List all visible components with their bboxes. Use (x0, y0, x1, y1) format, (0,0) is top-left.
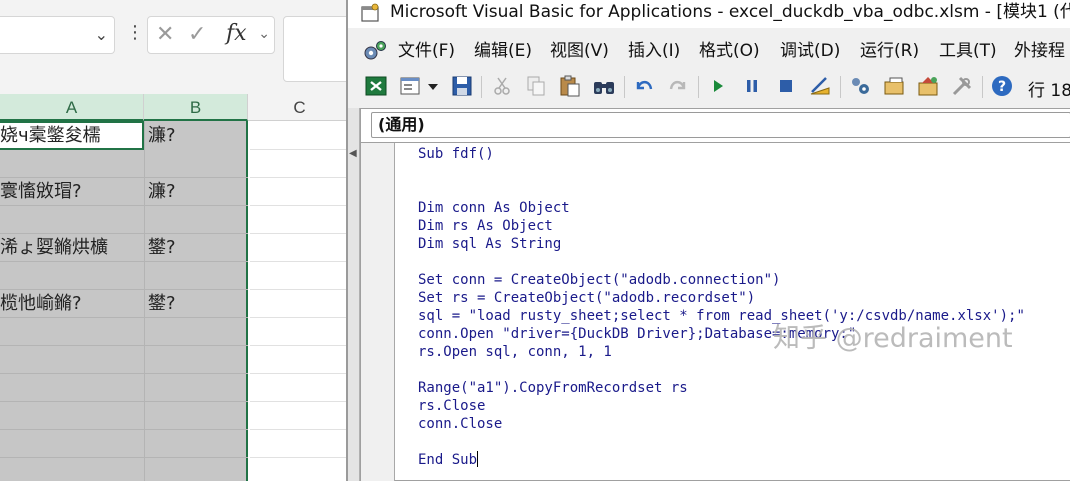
save-icon[interactable] (450, 74, 474, 98)
code-line[interactable]: Dim sql As String (418, 235, 561, 253)
code-line[interactable]: conn.Close (418, 415, 502, 433)
code-line[interactable]: End Sub (418, 451, 479, 469)
cell-a1[interactable]: 娆ч槖鐅夋檽 (0, 122, 142, 150)
cell-a3[interactable]: 寰慉敓瑁? (0, 178, 142, 206)
svg-text:?: ? (998, 79, 1006, 95)
menu-debug[interactable]: 调试(D) (780, 39, 840, 63)
menu-format[interactable]: 格式(O) (699, 39, 760, 63)
reset-icon[interactable] (774, 74, 798, 98)
cell-b5[interactable]: 鐢? (148, 234, 244, 262)
margin-indicator-bar[interactable] (361, 143, 395, 481)
undo-icon[interactable] (632, 74, 656, 98)
break-icon[interactable] (740, 74, 764, 98)
title-bar[interactable]: Microsoft Visual Basic for Applications … (348, 0, 1070, 28)
gear-icon[interactable] (362, 39, 388, 63)
design-mode-icon[interactable] (808, 74, 832, 98)
cancel-icon[interactable]: ✕ (156, 22, 174, 47)
menu-addins[interactable]: 外接程 (1014, 39, 1065, 63)
code-window[interactable]: (通用) Sub fdf() Dim conn As Object Dim rs A… (360, 108, 1070, 481)
menu-run[interactable]: 运行(R) (860, 39, 919, 63)
insert-function-icon[interactable]: fx (226, 21, 247, 46)
help-icon[interactable]: ? (990, 74, 1014, 98)
menu-bar: 文件(F) 编辑(E) 视图(V) 插入(I) 格式(O) 调试(D) 运行(R… (348, 35, 1070, 67)
enter-icon[interactable]: ✓ (188, 22, 206, 47)
find-icon[interactable] (592, 74, 616, 98)
more-options-icon[interactable]: ⋮ (126, 22, 144, 43)
cell-b3[interactable]: 濂? (148, 178, 244, 206)
code-line[interactable]: rs.Open sql, conn, 1, 1 (418, 343, 612, 361)
code-line[interactable]: rs.Close (418, 397, 485, 415)
menu-tools[interactable]: 工具(T) (939, 39, 997, 63)
redo-icon[interactable] (666, 74, 690, 98)
column-header-a[interactable]: A (0, 94, 144, 121)
code-line[interactable]: Range("a1").CopyFromRecordset rs (418, 379, 688, 397)
code-line[interactable]: Sub fdf() (418, 145, 494, 163)
chevron-down-icon[interactable]: ⌄ (258, 26, 270, 42)
properties-icon[interactable] (882, 74, 906, 98)
formula-input[interactable] (283, 16, 346, 82)
chevron-down-icon[interactable]: ⌄ (95, 25, 108, 44)
vba-app-icon (361, 3, 379, 22)
menu-file[interactable]: 文件(F) (398, 39, 455, 63)
object-browser-icon[interactable] (916, 74, 940, 98)
window-title: Microsoft Visual Basic for Applications … (390, 2, 1070, 22)
watermark: 知乎 @redraiment (773, 323, 1013, 354)
column-header-c[interactable]: C (248, 94, 346, 121)
dropdown-icon[interactable] (426, 74, 440, 98)
code-line[interactable]: Dim conn As Object (418, 199, 570, 217)
name-box[interactable]: ⌄ (0, 16, 115, 54)
cell-b7[interactable]: 鐢? (148, 290, 244, 318)
code-line[interactable]: Set rs = CreateObject("adodb.recordset") (418, 289, 755, 307)
cell-a5[interactable]: 浠ょ娿鏅烘櫎 (0, 234, 142, 262)
insert-userform-icon[interactable] (398, 74, 422, 98)
vba-editor-window: Microsoft Visual Basic for Applications … (346, 0, 1070, 481)
menu-edit[interactable]: 编辑(E) (474, 39, 532, 63)
splitter-strip[interactable]: ◀ (348, 108, 360, 481)
run-icon[interactable] (706, 74, 730, 98)
cut-icon[interactable] (490, 74, 514, 98)
formula-controls: ✕ ✓ fx ⌄ (147, 16, 275, 54)
menu-view[interactable]: 视图(V) (550, 39, 609, 63)
object-combobox[interactable]: (通用) (371, 112, 1070, 138)
toolbox-icon[interactable] (950, 74, 974, 98)
chevron-left-icon[interactable]: ◀ (349, 148, 357, 159)
copy-icon[interactable] (524, 74, 548, 98)
code-line[interactable]: Set conn = CreateObject("adodb.connectio… (418, 271, 780, 289)
excel-icon[interactable] (364, 74, 388, 98)
cursor-position: 行 18 (1028, 81, 1070, 101)
menu-insert[interactable]: 插入(I) (628, 39, 680, 63)
excel-window: ⌄ ⋮ ✕ ✓ fx ⌄ A B C 娆ч槖鐅夋檽 濂? 寰慉敓瑁? 濂? 浠ょ… (0, 0, 346, 481)
standard-toolbar: ? 行 18 (348, 70, 1070, 104)
code-line[interactable]: Dim rs As Object (418, 217, 553, 235)
cell-a7[interactable]: 榄忚崳鏅? (0, 290, 142, 318)
column-header-b[interactable]: B (144, 94, 248, 121)
text-caret (477, 451, 479, 467)
paste-icon[interactable] (558, 74, 582, 98)
cell-b1[interactable]: 濂? (148, 122, 244, 150)
project-explorer-icon[interactable] (848, 74, 872, 98)
